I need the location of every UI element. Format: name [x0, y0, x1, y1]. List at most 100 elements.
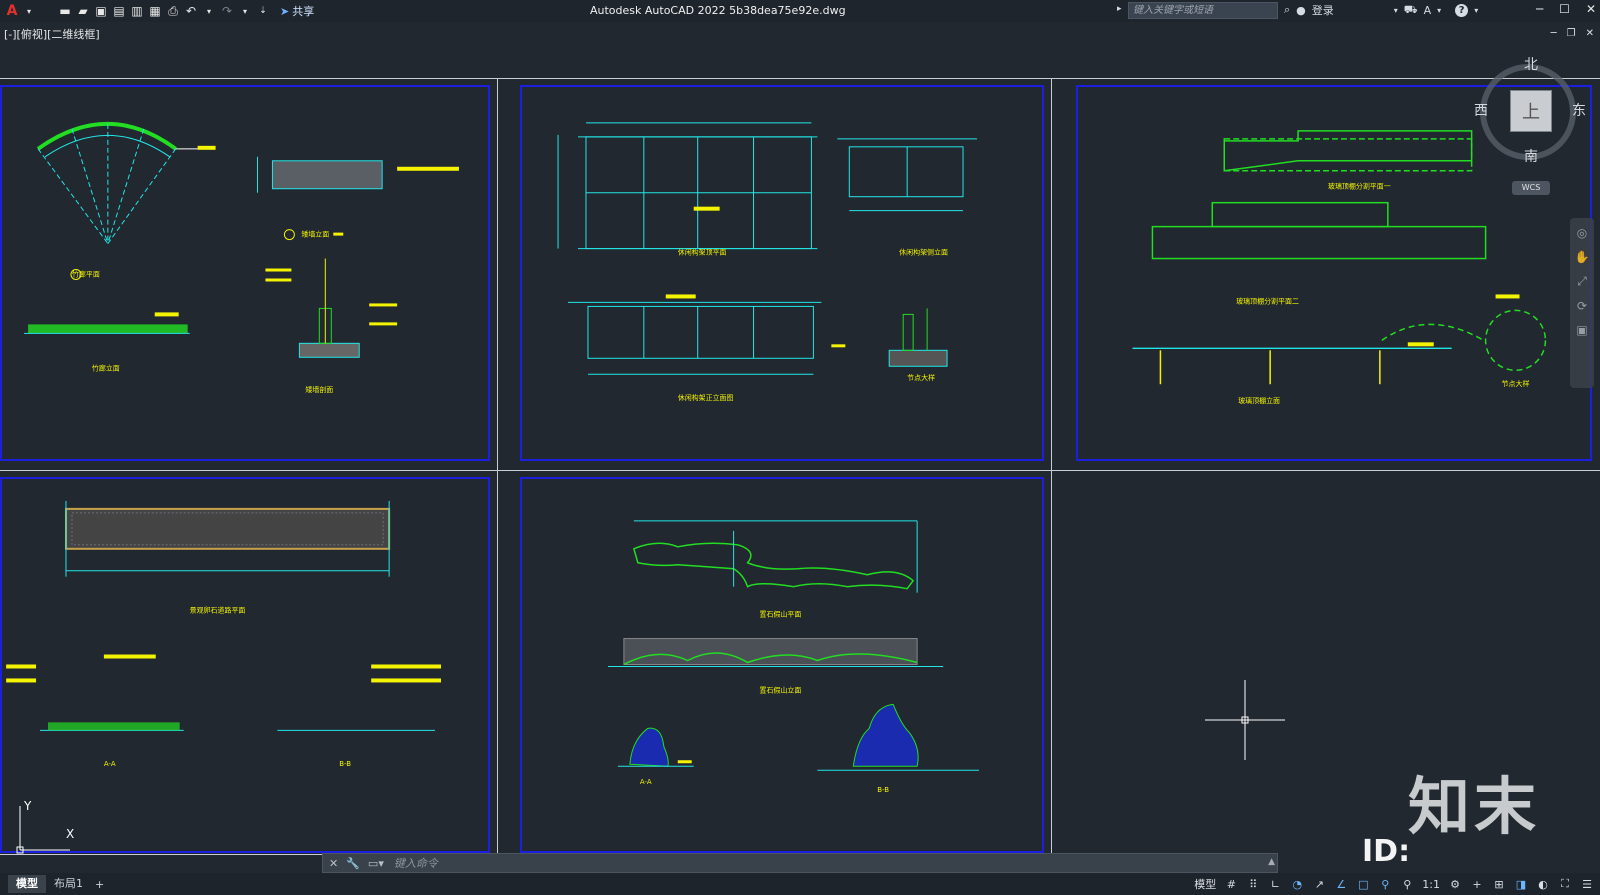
svg-text:矮墙剖面: 矮墙剖面 — [305, 385, 333, 394]
app-menu-chevron-icon[interactable]: ▾ — [21, 3, 37, 19]
zoom-icon[interactable]: ⤢ — [1577, 274, 1587, 289]
customize-command-icon[interactable]: 🔧 — [346, 857, 360, 870]
search-input[interactable]: 键入关键字或短语 — [1128, 2, 1278, 19]
wcs-menu-button[interactable]: WCS — [1512, 181, 1550, 195]
quick-properties-icon[interactable]: ◨ — [1514, 875, 1528, 893]
login-link[interactable]: 登录 — [1312, 2, 1334, 18]
save-as-icon[interactable]: ▤ — [111, 3, 127, 19]
tab-layout1[interactable]: 布局1 — [46, 875, 91, 893]
viewcube[interactable]: 上 北 南 西 东 WCS — [1470, 52, 1590, 212]
grid-icon[interactable]: # — [1224, 875, 1238, 893]
viewport-controls-label[interactable]: [-][俯视][二维线框] — [4, 26, 100, 42]
autoscale-icon[interactable]: ⚲ — [1400, 875, 1414, 893]
help-icon[interactable]: ? — [1455, 3, 1469, 17]
tab-model[interactable]: 模型 — [8, 875, 46, 893]
open-web-icon[interactable]: ▥ — [129, 3, 145, 19]
steering-wheel-icon[interactable]: ◎ — [1577, 226, 1587, 240]
annotation-scale-button[interactable]: 1:1 — [1422, 875, 1440, 893]
svg-text:玻璃顶棚分割平面一: 玻璃顶棚分割平面一 — [1328, 182, 1391, 191]
share-button[interactable]: ➤ 共享 — [280, 3, 314, 19]
recent-commands-icon[interactable]: ▭▾ — [368, 857, 384, 870]
svg-text:竹廊平面: 竹廊平面 — [72, 269, 100, 278]
drawing-close-icon[interactable]: ✕ — [1586, 28, 1594, 39]
viewcube-south[interactable]: 南 — [1524, 146, 1538, 166]
fullscreen-icon[interactable]: ⛶ — [1558, 875, 1572, 893]
svg-text:景观卵石道路平面: 景观卵石道路平面 — [190, 606, 246, 615]
pan-hand-icon[interactable]: ✋ — [1575, 250, 1590, 264]
annotation-monitor-plus-icon[interactable]: + — [1470, 875, 1484, 893]
drawing-pergola: 休闲构架顶平面 休闲构架侧立面 休闲构架正立面图 节点大样 — [557, 122, 977, 402]
cart-icon[interactable]: ⛟ — [1404, 3, 1418, 18]
viewport-5[interactable]: 置石假山平面 置石假山立面 A-A B-B — [498, 471, 1052, 855]
close-command-icon[interactable]: ✕ — [329, 857, 338, 870]
svg-text:休闲构架顶平面: 休闲构架顶平面 — [678, 248, 727, 257]
svg-text:节点大样: 节点大样 — [907, 373, 935, 382]
customize-toolbar-icon[interactable]: ⇣ — [255, 3, 271, 19]
svg-text:A-A: A-A — [104, 760, 116, 768]
viewcube-north[interactable]: 北 — [1524, 54, 1538, 74]
redo-dropdown-icon[interactable]: ▾ — [237, 3, 253, 19]
save-icon[interactable]: ▣ — [93, 3, 109, 19]
user-icon[interactable]: ● — [1296, 4, 1306, 17]
svg-text:B-B: B-B — [877, 786, 889, 794]
title-bar: A ▾ ▬ ▰ ▣ ▤ ▥ ▦ ⎙ ↶ ▾ ↷ ▾ ⇣ ➤ 共享 Autodes… — [0, 0, 1600, 22]
search-icon[interactable]: ⌕ — [1284, 3, 1290, 17]
object-snap-icon[interactable]: □ — [1356, 875, 1370, 893]
paper-plane-icon: ➤ — [280, 4, 290, 18]
drawing-bamboo-corridor: 竹廊平面 竹廊立面 矮墙立面 矮墙剖面 — [24, 122, 459, 394]
login-dropdown-icon[interactable]: ▾ — [1394, 6, 1398, 15]
model-space-button[interactable]: 模型 — [1194, 875, 1216, 893]
svg-text:休闲构架正立面图: 休闲构架正立面图 — [678, 393, 734, 402]
autocad-window: A ▾ ▬ ▰ ▣ ▤ ▥ ▦ ⎙ ↶ ▾ ↷ ▾ ⇣ ➤ 共享 Autodes… — [0, 0, 1600, 895]
isolate-objects-icon[interactable]: ◐ — [1536, 875, 1550, 893]
undo-dropdown-icon[interactable]: ▾ — [201, 3, 217, 19]
drawing-restore-icon[interactable]: ❐ — [1567, 28, 1576, 39]
viewport-2[interactable]: 休闲构架顶平面 休闲构架侧立面 休闲构架正立面图 节点大样 — [498, 79, 1052, 471]
workspace-gear-icon[interactable]: ⚙ — [1448, 875, 1462, 893]
add-layout-button[interactable]: + — [95, 878, 104, 891]
orbit-icon[interactable]: ⟳ — [1577, 299, 1587, 313]
object-snap-tracking-icon[interactable]: ∠ — [1334, 875, 1348, 893]
undo-icon[interactable]: ↶ — [183, 3, 199, 19]
units-icon[interactable]: ⊞ — [1492, 875, 1506, 893]
drawing-rockery: 置石假山平面 置石假山立面 A-A B-B — [607, 520, 979, 794]
a-dropdown-icon[interactable]: ▾ — [1437, 6, 1441, 15]
drawing-minimize-icon[interactable]: ─ — [1551, 28, 1557, 39]
svg-text:置石假山立面: 置石假山立面 — [760, 685, 802, 694]
plot-printer-icon[interactable]: ⎙ — [165, 3, 181, 19]
open-folder-icon[interactable]: ▰ — [75, 3, 91, 19]
viewcube-top-face[interactable]: 上 — [1510, 90, 1552, 132]
command-history-arrow-icon[interactable]: ▲ — [1268, 857, 1275, 867]
ucs-icon: Y X — [16, 799, 74, 854]
svg-text:玻璃顶棚立面: 玻璃顶棚立面 — [1238, 396, 1280, 405]
share-label: 共享 — [292, 5, 315, 18]
customization-menu-icon[interactable]: ☰ — [1580, 875, 1594, 893]
new-file-icon[interactable]: ▬ — [57, 3, 73, 19]
autodesk-a-icon[interactable]: A — [1424, 4, 1432, 17]
annotation-visibility-icon[interactable]: ⚲ — [1378, 875, 1392, 893]
close-icon[interactable]: ✕ — [1586, 2, 1596, 16]
navigation-bar: ◎ ✋ ⤢ ⟳ ▣ — [1570, 218, 1594, 388]
search-expand-chevron-icon[interactable]: ▸ — [1117, 4, 1122, 14]
polar-tracking-icon[interactable]: ◔ — [1290, 875, 1304, 893]
viewport-1[interactable]: 竹廊平面 竹廊立面 矮墙立面 矮墙剖面 — [0, 79, 498, 471]
status-bar: 模型 布局1 + 模型 # ⠿ ∟ ◔ ↗ ∠ □ ⚲ ⚲ 1:1 ⚙ + ⊞ … — [0, 873, 1600, 895]
snap-icon[interactable]: ⠿ — [1246, 875, 1260, 893]
showmotion-icon[interactable]: ▣ — [1576, 323, 1587, 337]
autocad-logo-icon[interactable]: A — [5, 3, 19, 19]
command-line[interactable]: ✕ 🔧 ▭▾ 键入命令 ▲ — [322, 853, 1278, 873]
redo-icon[interactable]: ↷ — [219, 3, 235, 19]
isodraft-icon[interactable]: ↗ — [1312, 875, 1326, 893]
svg-text:Y: Y — [23, 799, 32, 813]
minimize-icon[interactable]: ─ — [1536, 2, 1543, 16]
ortho-icon[interactable]: ∟ — [1268, 875, 1282, 893]
viewcube-west[interactable]: 西 — [1474, 100, 1488, 120]
command-input[interactable]: 键入命令 — [394, 855, 438, 871]
viewcube-east[interactable]: 东 — [1572, 100, 1586, 120]
drawing-window-controls: ─ ❐ ✕ — [1551, 28, 1594, 39]
maximize-icon[interactable]: ☐ — [1559, 2, 1570, 16]
svg-text:置石假山平面: 置石假山平面 — [760, 610, 802, 619]
save-to-web-icon[interactable]: ▦ — [147, 3, 163, 19]
help-dropdown-icon[interactable]: ▾ — [1474, 6, 1478, 15]
svg-text:B-B: B-B — [339, 760, 351, 768]
